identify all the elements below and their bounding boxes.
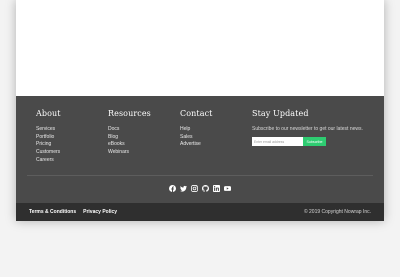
footer-column-contact: Contact Help Sales Advertise <box>180 109 212 149</box>
legal-links: Terms & Conditions Privacy Policy <box>29 209 117 215</box>
footer-link-customers[interactable]: Customers <box>36 149 61 157</box>
site-footer: About Services Portfolio Pricing Custome… <box>16 96 384 203</box>
github-icon[interactable] <box>202 185 209 192</box>
footer-heading-newsletter: Stay Updated <box>252 109 309 118</box>
footer-column-about: About Services Portfolio Pricing Custome… <box>36 109 61 165</box>
footer-link-docs[interactable]: Docs <box>108 126 151 134</box>
footer-link-careers[interactable]: Careers <box>36 157 61 165</box>
footer-column-newsletter: Stay Updated Subscribe to our newsletter… <box>252 109 363 146</box>
terms-link[interactable]: Terms & Conditions <box>29 209 76 215</box>
email-input[interactable] <box>252 137 303 146</box>
linkedin-icon[interactable] <box>213 185 220 192</box>
footer-link-advertise[interactable]: Advertise <box>180 141 212 149</box>
twitter-icon[interactable] <box>180 185 187 192</box>
footer-heading-about: About <box>36 109 61 118</box>
content-area <box>16 0 384 96</box>
youtube-icon[interactable] <box>224 185 231 192</box>
footer-links-about: Services Portfolio Pricing Customers Car… <box>36 126 61 165</box>
footer-link-pricing[interactable]: Pricing <box>36 141 61 149</box>
footer-link-ebooks[interactable]: eBooks <box>108 141 151 149</box>
instagram-icon[interactable] <box>191 185 198 192</box>
newsletter-description: Subscribe to our newsletter to get our l… <box>252 126 363 132</box>
footer-links-contact: Help Sales Advertise <box>180 126 212 149</box>
footer-link-webinars[interactable]: Webinars <box>108 149 151 157</box>
footer-link-blog[interactable]: Blog <box>108 134 151 142</box>
footer-heading-contact: Contact <box>180 109 213 118</box>
page-container: About Services Portfolio Pricing Custome… <box>16 0 384 221</box>
privacy-link[interactable]: Privacy Policy <box>83 209 117 215</box>
social-links <box>16 185 384 192</box>
footer-column-resources: Resources Docs Blog eBooks Webinars <box>108 109 151 157</box>
footer-heading-resources: Resources <box>108 109 151 118</box>
footer-link-sales[interactable]: Sales <box>180 134 212 142</box>
footer-link-portfolio[interactable]: Portfolio <box>36 134 61 142</box>
facebook-icon[interactable] <box>169 185 176 192</box>
footer-divider <box>27 175 373 176</box>
subscribe-button[interactable]: Subscribe <box>303 137 326 146</box>
footer-link-services[interactable]: Services <box>36 126 61 134</box>
newsletter-form: Subscribe <box>252 137 363 146</box>
copyright-text: © 2019 Copyright Nowrap Inc. <box>303 209 371 215</box>
footer-links-resources: Docs Blog eBooks Webinars <box>108 126 151 157</box>
footer-link-help[interactable]: Help <box>180 126 212 134</box>
footer-bottom-bar: Terms & Conditions Privacy Policy © 2019… <box>16 203 384 221</box>
